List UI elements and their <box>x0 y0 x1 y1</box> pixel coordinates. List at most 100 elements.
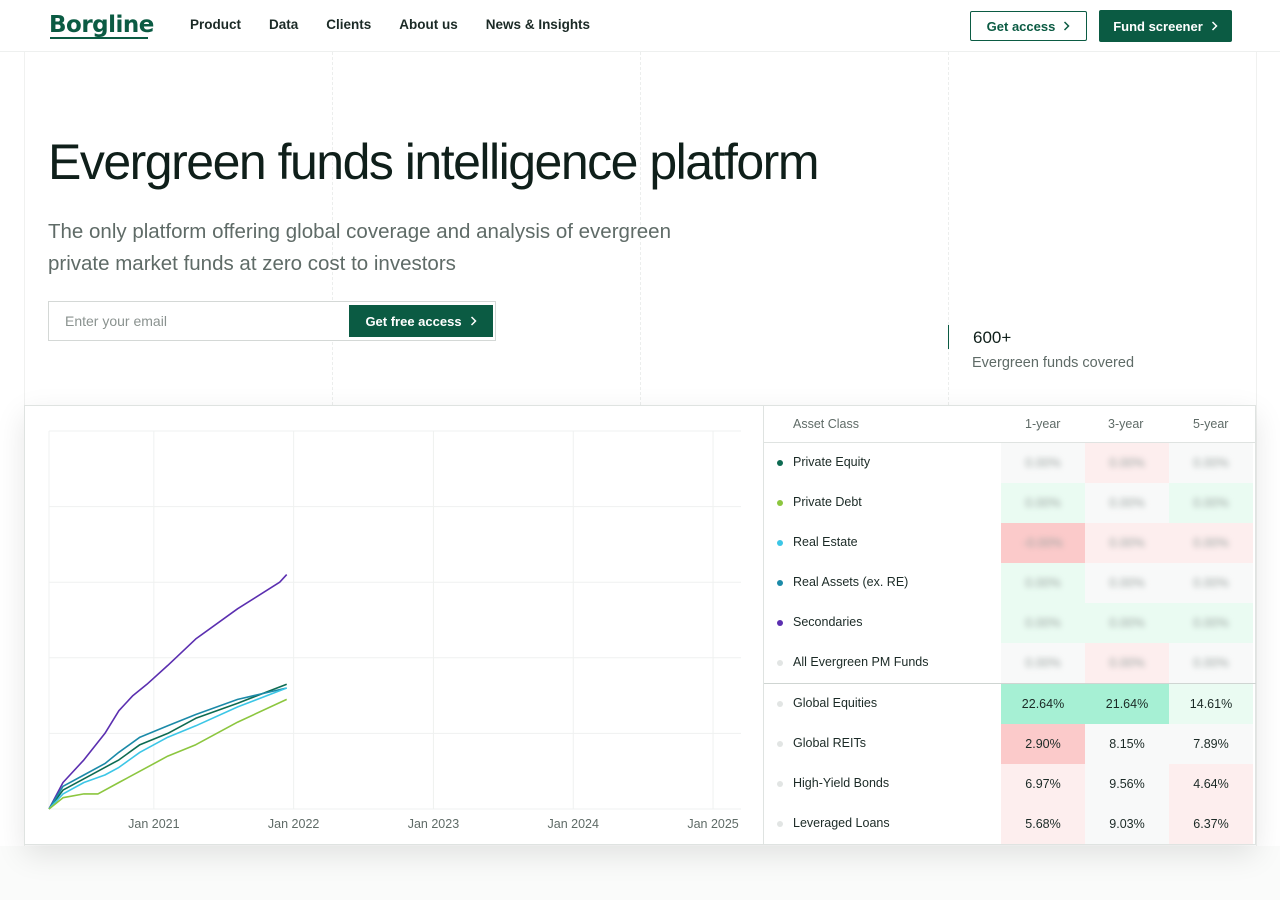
return-value: 0.00% <box>1109 536 1145 550</box>
table-row[interactable]: Leveraged Loans 5.68% 9.03% 6.37% <box>764 804 1256 844</box>
menu-item-about-us[interactable]: About us <box>399 17 458 32</box>
fund-screener-label: Fund screener <box>1113 18 1203 34</box>
menu-item-product[interactable]: Product <box>190 17 241 32</box>
return-value: 6.97% <box>1025 777 1061 791</box>
asset-class-name: Secondaries <box>793 615 863 629</box>
return-value: 0.00% <box>1109 576 1145 590</box>
main-menu: Product Data Clients About us News & Ins… <box>190 17 618 32</box>
asset-class-name: Real Assets (ex. RE) <box>793 575 909 589</box>
return-value: 22.64% <box>1021 697 1065 711</box>
x-tick-label: Jan 2022 <box>268 817 319 831</box>
table-row[interactable]: Global REITs 2.90% 8.15% 7.89% <box>764 724 1256 764</box>
return-cell: 0.00% <box>1085 483 1169 523</box>
chevron-right-icon <box>470 316 477 326</box>
get-access-button[interactable]: Get access <box>970 11 1087 41</box>
return-value: 0.00% <box>1193 456 1229 470</box>
asset-class-name: Real Estate <box>793 535 858 549</box>
performance-chart: Jan 2021 Jan 2022 Jan 2023 Jan 2024 Jan 2025 <box>25 406 763 844</box>
series-line <box>48 698 288 810</box>
return-cell: 0.00% <box>1001 483 1085 523</box>
asset-class-name: Private Debt <box>793 495 862 509</box>
return-cell: 0.00% <box>1085 443 1169 483</box>
header-5-year[interactable]: 5-year <box>1193 417 1228 431</box>
return-cell: 0.00% <box>1169 603 1253 643</box>
return-value: 0.00% <box>1193 536 1229 550</box>
asset-class-name: Private Equity <box>793 455 871 469</box>
return-cell: 8.15% <box>1085 724 1169 764</box>
email-input[interactable] <box>49 302 349 340</box>
return-cell: 9.56% <box>1085 764 1169 804</box>
logo[interactable]: Borgline <box>49 12 154 38</box>
return-value: 2.90% <box>1025 737 1061 751</box>
table-header: Asset Class 1-year 3-year 5-year <box>764 406 1256 443</box>
return-cell: 0.00% <box>1169 443 1253 483</box>
return-cell: 0.00% <box>1169 523 1253 563</box>
guide-line <box>1256 52 1257 900</box>
return-cell: 2.90% <box>1001 724 1085 764</box>
table-row[interactable]: Secondaries 0.00% 0.00% 0.00% <box>764 603 1256 643</box>
return-value: 0.00% <box>1025 576 1061 590</box>
series-dot <box>777 741 783 747</box>
return-value: 0.00% <box>1025 616 1061 630</box>
series-dot <box>777 620 783 626</box>
asset-class-name: Leveraged Loans <box>793 816 890 830</box>
return-cell: 9.03% <box>1085 804 1169 844</box>
stat-label: Evergreen funds covered <box>972 355 1135 371</box>
return-cell: 5.68% <box>1001 804 1085 844</box>
returns-table: Asset Class 1-year 3-year 5-year Private… <box>763 406 1256 844</box>
return-value: 4.64% <box>1193 777 1229 791</box>
return-value: 0.00% <box>1109 656 1145 670</box>
return-cell: 4.64% <box>1169 764 1253 804</box>
return-value: 6.37% <box>1193 817 1229 831</box>
table-row[interactable]: All Evergreen PM Funds 0.00% 0.00% 0.00% <box>764 643 1256 683</box>
get-free-access-button[interactable]: Get free access <box>349 305 493 337</box>
return-cell: 0.00% <box>1001 443 1085 483</box>
series-dot <box>777 460 783 466</box>
return-value: -0.00% <box>1023 536 1063 550</box>
return-cell: 0.00% <box>1001 603 1085 643</box>
menu-item-clients[interactable]: Clients <box>326 17 371 32</box>
table-row[interactable]: Real Assets (ex. RE) 0.00% 0.00% 0.00% <box>764 563 1256 603</box>
fund-screener-button[interactable]: Fund screener <box>1099 10 1232 42</box>
table-row[interactable]: Real Estate -0.00% 0.00% 0.00% <box>764 523 1256 563</box>
menu-item-data[interactable]: Data <box>269 17 298 32</box>
return-value: 9.56% <box>1109 777 1145 791</box>
return-cell: 0.00% <box>1001 563 1085 603</box>
asset-class-name: Global Equities <box>793 696 878 710</box>
table-row[interactable]: High-Yield Bonds 6.97% 9.56% 4.64% <box>764 764 1256 804</box>
return-cell: 6.97% <box>1001 764 1085 804</box>
menu-item-news-insights[interactable]: News & Insights <box>486 17 590 32</box>
return-cell: 0.00% <box>1085 563 1169 603</box>
header-1-year[interactable]: 1-year <box>1025 417 1060 431</box>
return-cell: 21.64% <box>1085 684 1169 724</box>
return-value: 0.00% <box>1193 576 1229 590</box>
return-cell: 6.37% <box>1169 804 1253 844</box>
return-value: 21.64% <box>1105 697 1149 711</box>
chevron-right-icon <box>1211 21 1218 31</box>
performance-card: Jan 2021 Jan 2022 Jan 2023 Jan 2024 Jan 2025… <box>24 405 1256 845</box>
table-row[interactable]: Global Equities 22.64% 21.64% 14.61% <box>764 684 1256 724</box>
stat-value: 600+ <box>973 328 1012 347</box>
return-value: 5.68% <box>1025 817 1061 831</box>
return-cell: 22.64% <box>1001 684 1085 724</box>
series-line <box>48 687 287 810</box>
return-cell: 14.61% <box>1169 684 1253 724</box>
header-3-year[interactable]: 3-year <box>1108 417 1143 431</box>
return-cell: 0.00% <box>1169 483 1253 523</box>
series-dot <box>777 500 783 506</box>
series-dot <box>777 701 783 707</box>
return-value: 0.00% <box>1109 616 1145 630</box>
return-cell: 0.00% <box>1169 563 1253 603</box>
return-cell: 0.00% <box>1085 643 1169 683</box>
return-cell: 0.00% <box>1001 643 1085 683</box>
table-row[interactable]: Private Equity 0.00% 0.00% 0.00% <box>764 443 1256 483</box>
x-tick-label: Jan 2024 <box>548 817 599 831</box>
return-value: 0.00% <box>1193 616 1229 630</box>
get-access-label: Get access <box>986 18 1056 34</box>
asset-class-name: Global REITs <box>793 736 866 750</box>
return-value: 14.61% <box>1189 697 1233 711</box>
x-tick-label: Jan 2023 <box>408 817 459 831</box>
top-nav: Borgline Product Data Clients About us N… <box>0 0 1280 52</box>
return-cell: 0.00% <box>1085 523 1169 563</box>
table-row[interactable]: Private Debt 0.00% 0.00% 0.00% <box>764 483 1256 523</box>
